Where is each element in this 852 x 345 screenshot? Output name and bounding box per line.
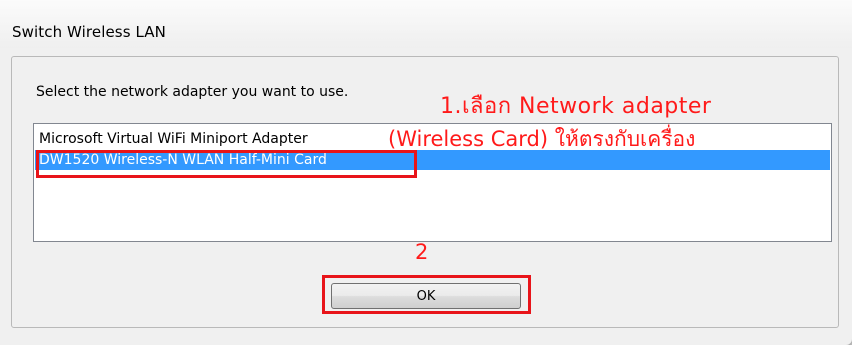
switch-wireless-lan-dialog: Switch Wireless LAN Select the network a…: [0, 0, 852, 345]
highlight-ok-button: [322, 275, 531, 314]
annotation-step1-line2: (Wireless Card) ให้ตรงกับเครื่อง: [388, 127, 696, 151]
prompt-text: Select the network adapter you want to u…: [36, 84, 349, 100]
title-bar[interactable]: Switch Wireless LAN: [0, 0, 852, 48]
annotation-step1-line1: 1.เลือก Network adapter: [440, 94, 712, 119]
highlight-selected-adapter: [36, 150, 417, 178]
annotation-step2: 2: [415, 240, 429, 264]
window-title: Switch Wireless LAN: [12, 23, 166, 41]
